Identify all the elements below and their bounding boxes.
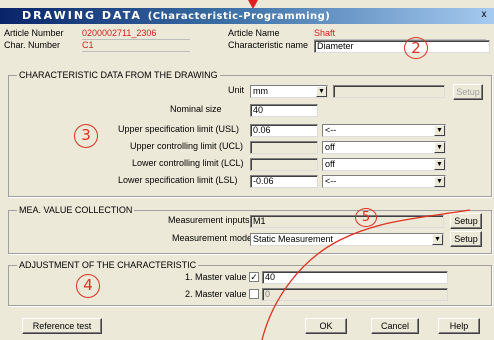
chevron-down-icon[interactable]: ▼ — [434, 159, 445, 170]
annotation-marker-5: 5 — [355, 208, 377, 227]
usl-label: Upper specification limit (USL) — [118, 124, 240, 134]
mea-value-group-title: MEA. VALUE COLLECTION — [17, 205, 135, 216]
char-number-label: Char. Number — [4, 40, 61, 50]
article-name-value: Shaft — [314, 27, 486, 40]
nominal-size-label: Nominal size — [170, 104, 222, 114]
master-value-1-checkbox[interactable]: ✓ — [249, 272, 259, 282]
master-value-1-label: 1. Master value — [185, 272, 247, 282]
mode-setup-button[interactable]: Setup — [450, 231, 482, 247]
usl-field[interactable]: 0.06 — [250, 124, 318, 137]
char-number-value: C1 — [82, 39, 190, 52]
help-button[interactable]: Help — [438, 318, 480, 334]
unit-select-value: mm — [253, 86, 268, 96]
unit-extra-field — [333, 85, 445, 98]
master-value-2-checkbox[interactable] — [249, 289, 259, 299]
chevron-down-icon[interactable]: ▼ — [316, 86, 327, 97]
measurement-mode-value: Static Measurement — [253, 234, 334, 244]
article-number-label: Article Number — [4, 28, 64, 38]
lsl-field[interactable]: -0.06 — [250, 175, 318, 188]
article-name-label: Article Name — [228, 28, 280, 38]
chevron-down-icon[interactable]: ▼ — [432, 234, 443, 245]
master-value-2-field: 0 — [262, 288, 448, 301]
lcl-label: Lower controlling limit (LCL) — [132, 158, 244, 168]
ucl-mode-value: off — [325, 142, 335, 152]
lcl-mode-value: off — [325, 159, 335, 169]
usl-mode-value: <-- — [325, 125, 337, 135]
title-main: DRAWING DATA — [22, 9, 142, 22]
chevron-down-icon[interactable]: ▼ — [434, 142, 445, 153]
master-value-1-field[interactable]: 40 — [262, 271, 448, 284]
lcl-field — [250, 158, 318, 171]
window-title: DRAWING DATA (Characteristic-Programming… — [22, 9, 330, 22]
annotation-marker-3: 3 — [74, 124, 98, 148]
chevron-down-icon[interactable]: ▼ — [434, 176, 445, 187]
adjustment-group-title: ADJUSTMENT OF THE CHARACTERISTIC — [17, 260, 199, 271]
lsl-label: Lower specification limit (LSL) — [118, 175, 238, 185]
annotation-marker-2: 2 — [404, 37, 428, 59]
characteristic-name-label: Characteristic name — [228, 40, 309, 50]
master-value-2-label: 2. Master value — [185, 289, 247, 299]
usl-mode-select[interactable]: <-- ▼ — [322, 124, 446, 137]
measurement-mode-label: Measurement mode — [172, 233, 253, 243]
characteristic-name-field[interactable]: Diameter — [314, 40, 490, 53]
chevron-down-icon[interactable]: ▼ — [434, 125, 445, 136]
cancel-button[interactable]: Cancel — [371, 318, 419, 334]
unit-label: Unit — [228, 85, 245, 95]
ucl-label: Upper controlling limit (UCL) — [130, 141, 244, 151]
close-icon[interactable]: x — [477, 9, 491, 22]
drawing-data-dialog: DRAWING DATA (Characteristic-Programming… — [0, 0, 494, 340]
lcl-mode-select[interactable]: off ▼ — [322, 158, 446, 171]
lsl-mode-select[interactable]: <-- ▼ — [322, 175, 446, 188]
measurement-inputs-label: Measurement inputs — [168, 215, 250, 225]
unit-setup-button[interactable]: Setup — [453, 84, 483, 100]
ucl-field — [250, 141, 318, 154]
measurement-mode-select[interactable]: Static Measurement ▼ — [250, 233, 444, 246]
lsl-mode-value: <-- — [325, 176, 337, 186]
inputs-setup-button[interactable]: Setup — [450, 213, 482, 229]
measurement-inputs-field: M1 — [250, 215, 444, 228]
unit-select[interactable]: mm ▼ — [250, 85, 328, 98]
title-bar[interactable]: DRAWING DATA (Characteristic-Programming… — [0, 8, 494, 24]
ok-button[interactable]: OK — [305, 318, 347, 334]
title-sub: (Characteristic-Programming) — [147, 11, 331, 22]
annotation-marker-4: 4 — [76, 274, 100, 298]
ucl-mode-select[interactable]: off ▼ — [322, 141, 446, 154]
drawing-data-group-title: CHARACTERISTIC DATA FROM THE DRAWING — [17, 70, 220, 81]
reference-test-button[interactable]: Reference test — [22, 318, 102, 334]
nominal-size-field[interactable]: 40 — [250, 104, 318, 117]
